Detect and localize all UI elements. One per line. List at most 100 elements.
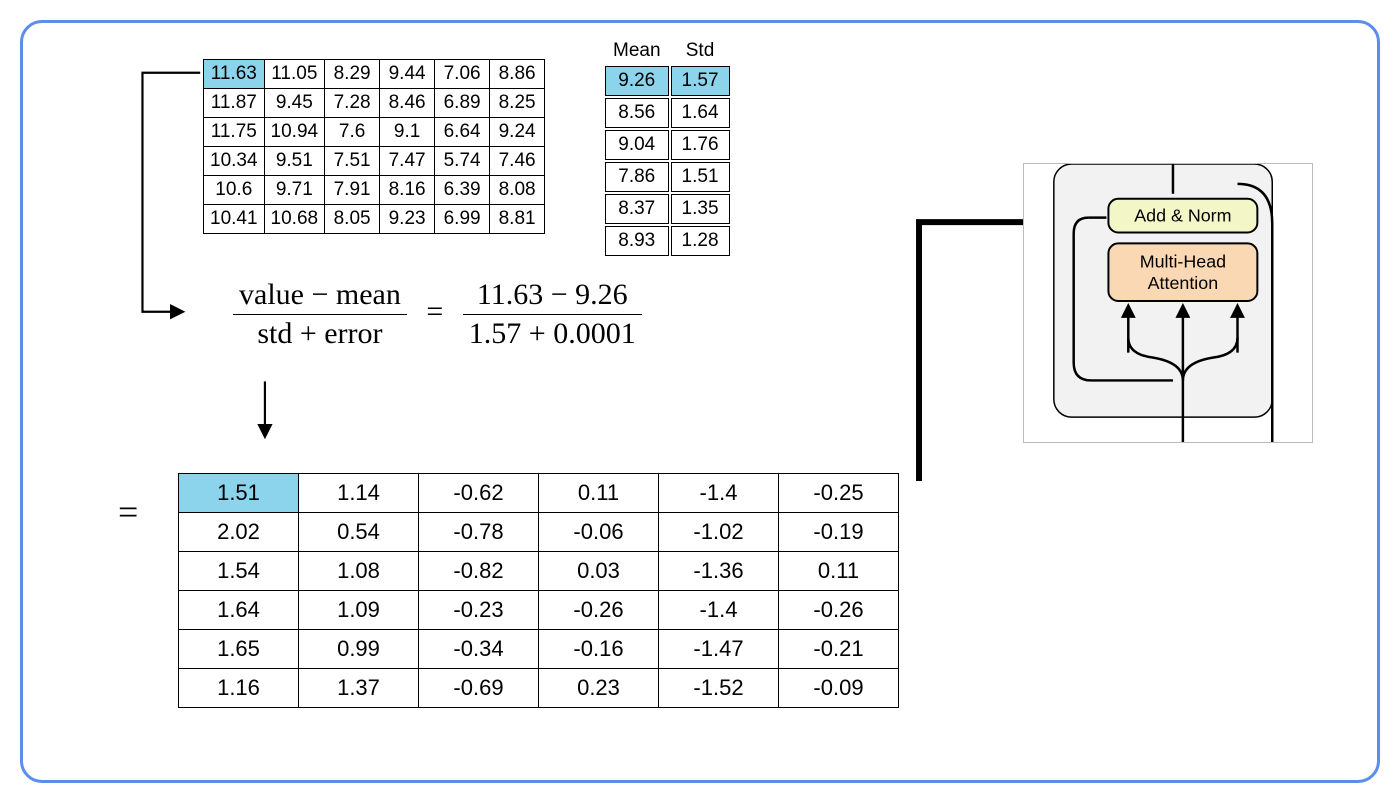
result-cell: 0.99 [299, 630, 419, 669]
input-cell: 10.94 [264, 118, 325, 147]
result-cell: -1.02 [659, 513, 779, 552]
input-cell: 9.71 [264, 176, 325, 205]
stats-table-wrap: MeanStd9.261.578.561.649.041.767.861.518… [603, 36, 732, 258]
result-cell: -1.4 [659, 474, 779, 513]
input-cell: 9.51 [264, 147, 325, 176]
result-cell: 1.37 [299, 669, 419, 708]
input-cell: 8.16 [380, 176, 435, 205]
result-cell: -0.21 [779, 630, 899, 669]
stats-cell: 8.37 [605, 194, 669, 224]
result-cell: 1.51 [179, 474, 299, 513]
input-cell: 5.74 [435, 147, 490, 176]
normalization-formula: value − mean std + error = 11.63 − 9.26 … [233, 278, 642, 351]
result-cell: -0.82 [419, 552, 539, 591]
stats-cell: 1.64 [671, 98, 730, 128]
mha-block-label-1: Multi-Head [1140, 251, 1226, 271]
input-cell: 7.51 [325, 147, 380, 176]
input-matrix: 11.6311.058.299.447.068.8611.879.457.288… [203, 59, 545, 234]
result-cell: 2.02 [179, 513, 299, 552]
input-cell: 10.68 [264, 205, 325, 234]
result-cell: -0.26 [779, 591, 899, 630]
input-cell: 8.81 [490, 205, 545, 234]
input-cell: 8.25 [490, 89, 545, 118]
result-cell: 1.09 [299, 591, 419, 630]
input-cell: 8.46 [380, 89, 435, 118]
result-cell: -0.16 [539, 630, 659, 669]
architecture-snippet: Add & Norm Multi-Head Attention [1023, 163, 1313, 443]
formula-equals: = [426, 295, 443, 328]
stats-cell: 1.28 [671, 226, 730, 256]
result-cell: 1.65 [179, 630, 299, 669]
input-cell: 11.63 [204, 60, 265, 89]
input-cell: 8.08 [490, 176, 545, 205]
stats-cell: 1.76 [671, 130, 730, 160]
result-cell: -0.09 [779, 669, 899, 708]
result-cell: -0.26 [539, 591, 659, 630]
mha-block-label-2: Attention [1148, 273, 1219, 293]
input-cell: 8.29 [325, 60, 380, 89]
input-cell: 10.41 [204, 205, 265, 234]
diagram-canvas: 11.6311.058.299.447.068.8611.879.457.288… [20, 20, 1380, 783]
result-cell: 0.11 [779, 552, 899, 591]
result-cell: -0.62 [419, 474, 539, 513]
result-cell: -1.36 [659, 552, 779, 591]
result-cell: 0.23 [539, 669, 659, 708]
result-cell: -1.4 [659, 591, 779, 630]
input-cell: 10.6 [204, 176, 265, 205]
formula-numerator-left: value − mean [233, 278, 407, 314]
input-cell: 11.87 [204, 89, 265, 118]
result-cell: 0.03 [539, 552, 659, 591]
stats-cell: 1.57 [671, 66, 730, 96]
input-cell: 9.45 [264, 89, 325, 118]
result-cell: 1.64 [179, 591, 299, 630]
result-cell: -0.06 [539, 513, 659, 552]
input-cell: 7.6 [325, 118, 380, 147]
result-cell: -1.47 [659, 630, 779, 669]
input-cell: 9.1 [380, 118, 435, 147]
input-cell: 7.46 [490, 147, 545, 176]
formula-denominator-right: 1.57 + 0.0001 [463, 314, 642, 351]
formula-denominator-left: std + error [233, 314, 407, 351]
input-cell: 8.86 [490, 60, 545, 89]
stats-cell: 1.51 [671, 162, 730, 192]
input-cell: 6.89 [435, 89, 490, 118]
input-cell: 7.06 [435, 60, 490, 89]
result-cell: 1.08 [299, 552, 419, 591]
result-cell: -0.25 [779, 474, 899, 513]
input-cell: 9.23 [380, 205, 435, 234]
input-cell: 7.28 [325, 89, 380, 118]
result-cell: -0.34 [419, 630, 539, 669]
result-cell: -0.69 [419, 669, 539, 708]
result-cell: -0.19 [779, 513, 899, 552]
result-cell: -1.52 [659, 669, 779, 708]
stats-header: Mean [605, 38, 669, 64]
stats-cell: 8.56 [605, 98, 669, 128]
result-cell: 0.11 [539, 474, 659, 513]
result-matrix: 1.511.14-0.620.11-1.4-0.252.020.54-0.78-… [178, 473, 899, 708]
input-cell: 6.64 [435, 118, 490, 147]
stats-cell: 9.26 [605, 66, 669, 96]
stats-header: Std [671, 38, 730, 64]
stats-cell: 9.04 [605, 130, 669, 160]
input-cell: 9.24 [490, 118, 545, 147]
result-cell: 1.16 [179, 669, 299, 708]
input-cell: 7.47 [380, 147, 435, 176]
input-cell: 7.91 [325, 176, 380, 205]
input-cell: 9.44 [380, 60, 435, 89]
input-cell: 6.39 [435, 176, 490, 205]
input-cell: 8.05 [325, 205, 380, 234]
input-cell: 11.05 [264, 60, 325, 89]
equals-sign: = [118, 491, 138, 533]
result-cell: 1.54 [179, 552, 299, 591]
stats-cell: 7.86 [605, 162, 669, 192]
formula-numerator-right: 11.63 − 9.26 [463, 278, 642, 314]
addnorm-block-label: Add & Norm [1134, 206, 1231, 226]
result-cell: -0.78 [419, 513, 539, 552]
stats-cell: 8.93 [605, 226, 669, 256]
result-cell: 0.54 [299, 513, 419, 552]
input-cell: 11.75 [204, 118, 265, 147]
stats-cell: 1.35 [671, 194, 730, 224]
result-cell: 1.14 [299, 474, 419, 513]
input-cell: 10.34 [204, 147, 265, 176]
input-cell: 6.99 [435, 205, 490, 234]
